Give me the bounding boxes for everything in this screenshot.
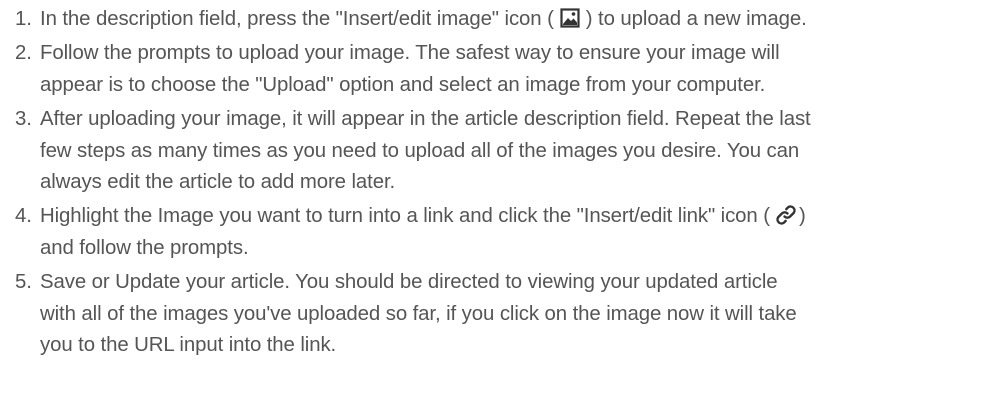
step-text-line: few steps as many times as you need to u… (40, 139, 800, 162)
step-number: 4. (15, 205, 32, 228)
step-text-before: Highlight the Image you want to turn int… (40, 205, 770, 228)
image-icon (560, 8, 580, 28)
step-text-line: Follow the prompts to upload your image.… (40, 42, 780, 65)
step-text-after: ) to upload a new image. (585, 8, 807, 30)
step-text-line: you to the URL input into the link. (40, 334, 337, 357)
list-item: 4. Highlight the Image you want to turn … (0, 201, 995, 264)
step-text-line: appear is to choose the "Upload" option … (40, 73, 766, 96)
instructions-document: 1. In the description field, press the "… (0, 0, 995, 419)
step-number: 3. (15, 108, 32, 131)
step-text-line: and follow the prompts. (40, 236, 249, 259)
list-item: 2. Follow the prompts to upload your ima… (0, 38, 995, 101)
list-item: 3. After uploading your image, it will a… (0, 104, 995, 199)
step-text-line: always edit the article to add more late… (40, 171, 396, 194)
step-text-line: Save or Update your article. You should … (40, 271, 778, 294)
steps-list: 1. In the description field, press the "… (0, 4, 995, 364)
link-icon (774, 203, 798, 227)
step-text-before: In the description field, press the "Ins… (40, 8, 554, 30)
step-number: 5. (15, 271, 32, 294)
list-item: 1. In the description field, press the "… (0, 4, 995, 36)
list-item: 5. Save or Update your article. You shou… (0, 267, 995, 362)
step-number: 2. (15, 42, 32, 65)
step-number: 1. (15, 8, 32, 30)
step-text-after: ) (798, 205, 806, 228)
step-text-line: with all of the images you've uploaded s… (40, 302, 797, 325)
step-text-line: After uploading your image, it will appe… (40, 108, 811, 131)
